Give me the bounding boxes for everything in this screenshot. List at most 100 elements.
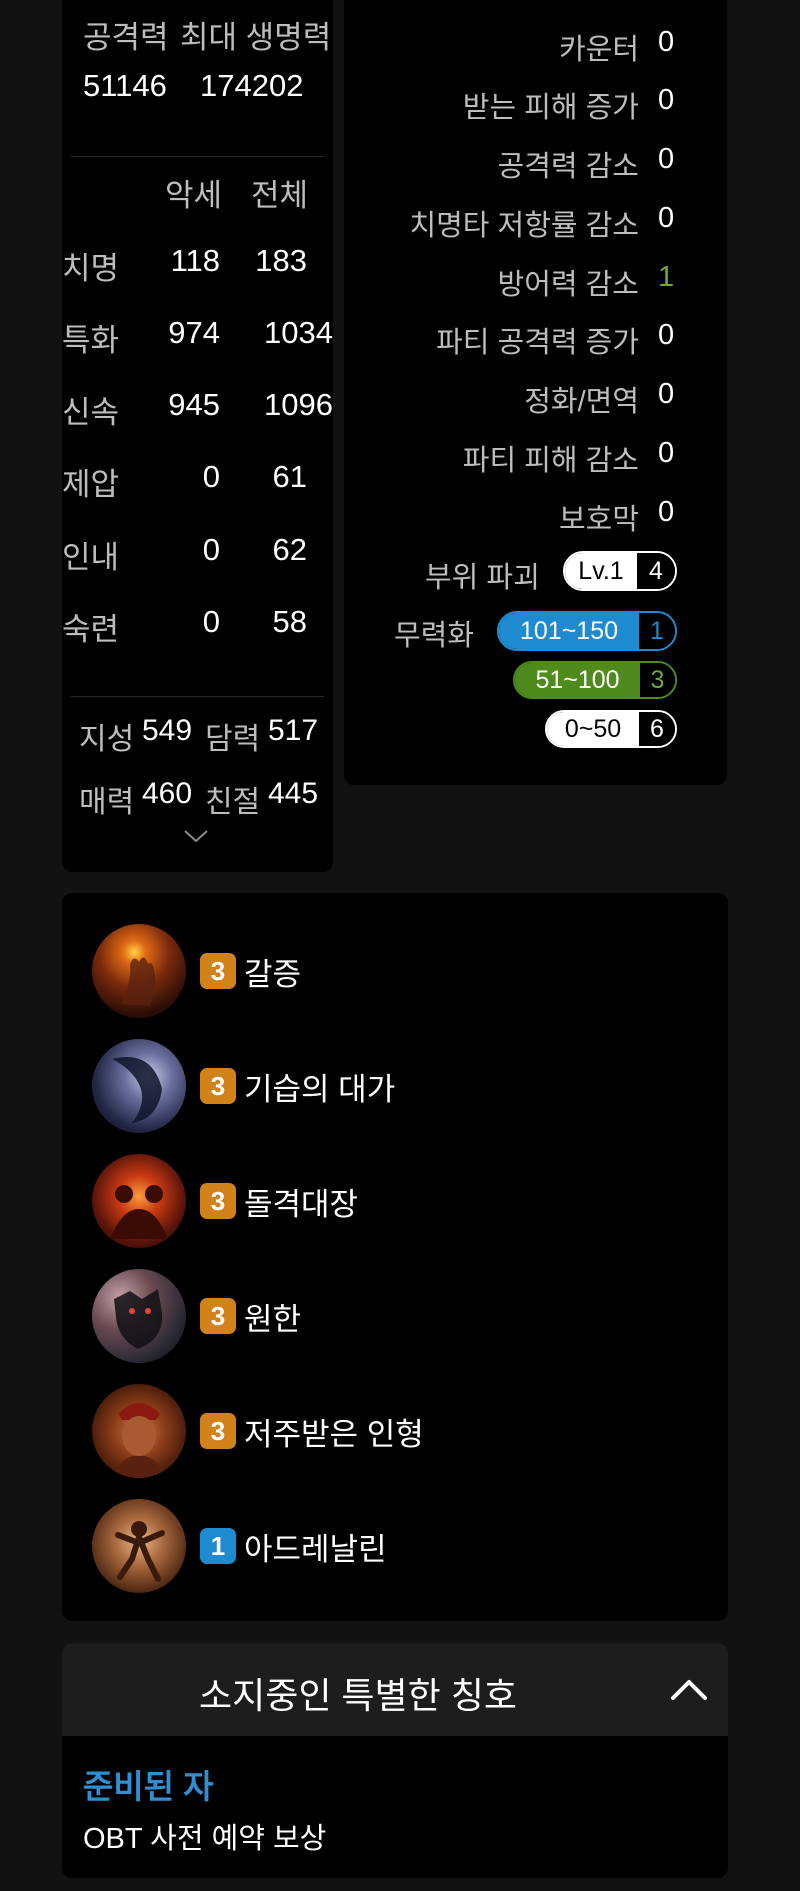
divider <box>71 696 324 697</box>
stat-acc-crit: 118 <box>170 243 220 278</box>
stat-total-expertise: 58 <box>272 604 307 639</box>
stagger-tier-count: 1 <box>639 613 675 649</box>
base-stat-value-kindness: 445 <box>268 777 319 810</box>
engraving-level-badge: 3 <box>200 1298 236 1334</box>
max-hp-value: 174202 <box>200 68 304 103</box>
buff-value-damage-taken-up: 0 <box>658 84 675 116</box>
stat-label-swiftness: 신속 <box>62 395 120 430</box>
base-stat-label-intelligence: 지성 <box>79 723 135 756</box>
stat-acc-specialization: 974 <box>168 315 220 350</box>
stagger-tier-low: 0~50 6 <box>545 710 677 748</box>
stagger-tier-mid: 51~100 3 <box>513 661 677 699</box>
part-break-count: 4 <box>637 553 675 589</box>
stagger-tier-count: 6 <box>639 712 675 746</box>
buff-value-counter: 0 <box>658 26 675 58</box>
part-break-level: Lv.1 <box>565 553 637 589</box>
buff-value-cleanse-immune: 0 <box>658 378 675 410</box>
vanguard-icon <box>92 1154 186 1248</box>
stat-total-crit: 183 <box>255 243 307 278</box>
buff-label-damage-taken-up: 받는 피해 증가 <box>462 92 639 124</box>
grudge-icon <box>92 1269 186 1363</box>
max-hp-label: 최대 생명력 <box>180 20 332 55</box>
engraving-name: 아드레날린 <box>244 1531 387 1567</box>
stat-total-specialization: 1034 <box>264 315 333 350</box>
engraving-row[interactable]: 1 아드레날린 <box>92 1498 387 1594</box>
stat-label-expertise: 숙련 <box>62 612 120 647</box>
buff-label-party-attack-up: 파티 공격력 증가 <box>436 327 639 359</box>
adrenaline-icon <box>92 1499 186 1593</box>
title-name: 준비된 자 <box>83 1768 214 1805</box>
stat-label-endurance: 인내 <box>62 540 120 575</box>
buff-value-crit-resist-down: 0 <box>658 202 675 234</box>
attack-value: 51146 <box>83 68 167 103</box>
buff-label-party-damage-down: 파티 피해 감소 <box>462 445 639 477</box>
stagger-tier-range: 0~50 <box>547 712 639 746</box>
buff-value-party-attack-up: 0 <box>658 319 675 351</box>
stat-acc-swiftness: 945 <box>168 387 220 422</box>
stagger-tier-range: 101~150 <box>499 613 639 649</box>
base-stat-label-courage: 담력 <box>205 723 261 756</box>
engraving-name: 원한 <box>244 1301 302 1337</box>
base-stat-value-charm: 460 <box>142 777 193 810</box>
stagger-label: 무력화 <box>394 620 475 652</box>
stat-label-domination: 제압 <box>62 467 120 502</box>
stat-acc-expertise: 0 <box>202 604 220 639</box>
titles-header[interactable]: 소지중인 특별한 칭호 <box>62 1643 728 1736</box>
col-header-total: 전체 <box>250 178 308 213</box>
special-titles-panel: 소지중인 특별한 칭호 준비된 자 OBT 사전 예약 보상 <box>62 1643 728 1878</box>
engraving-name: 기습의 대가 <box>244 1071 396 1107</box>
title-description: OBT 사전 예약 보상 <box>83 1823 327 1855</box>
engraving-row[interactable]: 3 원한 <box>92 1268 301 1364</box>
buff-label-shield: 보호막 <box>558 504 639 536</box>
base-stat-label-kindness: 친절 <box>205 786 261 819</box>
stat-acc-domination: 0 <box>202 459 220 494</box>
engraving-name: 돌격대장 <box>244 1186 359 1222</box>
buff-value-party-damage-down: 0 <box>658 437 675 469</box>
stagger-tier-high: 101~150 1 <box>497 611 677 651</box>
base-stat-label-charm: 매력 <box>79 786 135 819</box>
engravings-panel: 3 갈증 3 기습의 대가 3 돌격대장 3 원한 3 저주받은 인형 1 아드… <box>62 893 728 1621</box>
cursed-doll-icon <box>92 1384 186 1478</box>
engraving-row[interactable]: 3 저주받은 인형 <box>92 1383 424 1479</box>
engraving-level-badge: 3 <box>200 1183 236 1219</box>
base-stat-value-courage: 517 <box>268 714 319 747</box>
engraving-level-badge: 3 <box>200 1068 236 1104</box>
part-break-label: 부위 파괴 <box>425 562 540 594</box>
chevron-up-icon[interactable] <box>670 1677 708 1701</box>
divider <box>71 156 324 157</box>
buff-label-crit-resist-down: 치명타 저항률 감소 <box>409 210 639 242</box>
engraving-level-badge: 3 <box>200 953 236 989</box>
stat-total-endurance: 62 <box>272 532 307 567</box>
buff-value-defense-down: 1 <box>658 261 675 293</box>
col-header-accessory: 악세 <box>164 178 222 213</box>
engraving-level-badge: 1 <box>200 1528 236 1564</box>
buff-label-attack-down: 공격력 감소 <box>497 151 639 183</box>
buff-value-shield: 0 <box>658 496 675 528</box>
stagger-tier-count: 3 <box>640 663 675 697</box>
engraving-level-badge: 3 <box>200 1413 236 1449</box>
ambush-master-icon <box>92 1039 186 1133</box>
engraving-name: 갈증 <box>244 956 302 992</box>
buff-label-counter: 카운터 <box>558 34 639 66</box>
combat-effects-panel: 카운터 0 받는 피해 증가 0 공격력 감소 0 치명타 저항률 감소 0 방… <box>344 0 727 785</box>
part-break-badge: Lv.1 4 <box>563 551 677 591</box>
character-stats-panel: 공격력 최대 생명력 51146 174202 악세 전체 치명 118 183… <box>62 0 333 872</box>
stat-label-specialization: 특화 <box>62 323 120 358</box>
stagger-tier-range: 51~100 <box>515 663 640 697</box>
engraving-row[interactable]: 3 기습의 대가 <box>92 1038 395 1134</box>
engraving-row[interactable]: 3 돌격대장 <box>92 1153 358 1249</box>
stat-total-swiftness: 1096 <box>264 387 333 422</box>
base-stat-value-intelligence: 549 <box>142 714 193 747</box>
buff-value-attack-down: 0 <box>658 143 675 175</box>
chevron-down-icon[interactable] <box>182 828 210 844</box>
stat-acc-endurance: 0 <box>202 532 220 567</box>
engraving-row[interactable]: 3 갈증 <box>92 923 301 1019</box>
thirst-icon <box>92 924 186 1018</box>
buff-label-cleanse-immune: 정화/면역 <box>524 386 639 418</box>
attack-label: 공격력 <box>83 20 169 55</box>
titles-header-text: 소지중인 특별한 칭호 <box>198 1675 518 1716</box>
buff-label-defense-down: 방어력 감소 <box>497 269 639 301</box>
stat-total-domination: 61 <box>272 459 307 494</box>
engraving-name: 저주받은 인형 <box>244 1416 424 1452</box>
stat-label-crit: 치명 <box>62 251 120 286</box>
